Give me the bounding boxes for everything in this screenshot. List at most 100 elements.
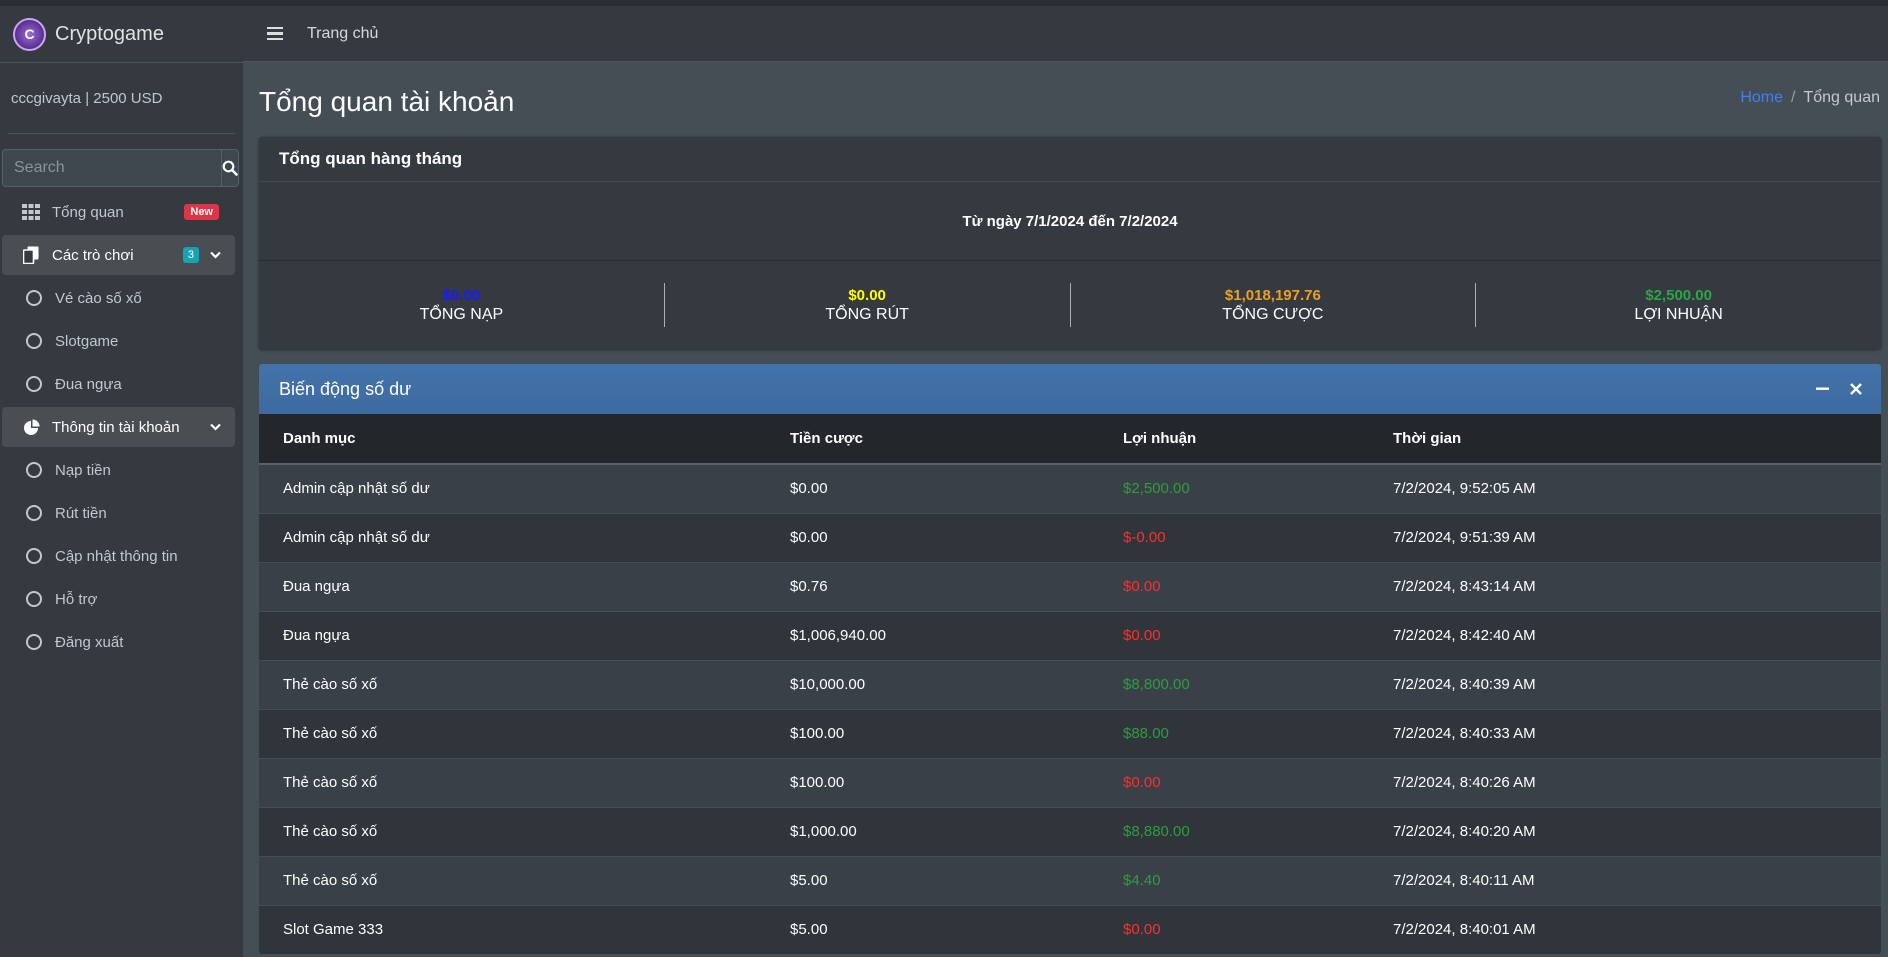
balance-history-header: Biến động số dư — [259, 364, 1881, 414]
cell-category: Thẻ cào số xố — [259, 855, 766, 905]
brand-name: Cryptogame — [55, 22, 164, 45]
table-row: Đua ngựa $1,006,940.00 $0.00 7/2/2024, 8:42… — [259, 610, 1881, 660]
sidebar-item-label: Vé cào số xố — [55, 289, 142, 307]
cell-category: Admin cập nhật số dư — [259, 512, 766, 562]
sidebar-item-label: Rút tiền — [55, 504, 107, 522]
column-header[interactable]: Danh mục — [259, 414, 766, 465]
sidebar-item-label: Slotgame — [55, 332, 119, 350]
brand-link[interactable]: C Cryptogame — [0, 6, 243, 63]
monthly-overview-card: Tổng quan hàng tháng Từ ngày 7/1/2024 đế… — [259, 137, 1881, 349]
period-range: Từ ngày 7/1/2024 đến 7/2/2024 — [259, 182, 1881, 261]
copy-icon — [20, 246, 42, 264]
sidebar-item-label: Các trò chơi — [52, 246, 134, 264]
sidebar-item-account-info[interactable]: Thông tin tài khoản — [2, 407, 235, 447]
stat-value: $1,018,197.76 — [1224, 286, 1321, 304]
sidebar-item-label: Đăng xuất — [55, 633, 124, 651]
column-header[interactable]: Lợi nhuận — [1099, 414, 1369, 465]
column-header[interactable]: Tiền cược — [766, 414, 1099, 465]
table-row: Thẻ cào số xố $100.00 $0.00 7/2/2024, 8:40:… — [259, 757, 1881, 807]
sidebar-item-horse-racing[interactable]: Đua ngựa — [2, 364, 235, 404]
stat-value: $0.00 — [442, 286, 481, 304]
balance-table: Danh mục Tiền cược Lợi nhuận Thời gian A… — [259, 414, 1881, 954]
breadcrumb-home-link[interactable]: Home — [1740, 89, 1783, 106]
cell-time: 7/2/2024, 9:51:39 AM — [1369, 512, 1881, 562]
sidebar-item-overview[interactable]: Tổng quan New — [2, 192, 235, 232]
cell-category: Thẻ cào số xố — [259, 708, 766, 758]
grid-icon — [20, 204, 42, 220]
circle-icon — [23, 333, 45, 349]
cell-time: 7/2/2024, 8:40:20 AM — [1369, 806, 1881, 856]
column-header[interactable]: Thời gian — [1369, 414, 1881, 465]
cell-profit: $88.00 — [1099, 708, 1369, 758]
cell-category: Thẻ cào số xố — [259, 806, 766, 856]
search-button[interactable] — [221, 149, 239, 187]
stat-profit: $2,500.00 LỢI NHUẬN — [1476, 283, 1881, 327]
close-icon[interactable] — [1849, 382, 1863, 396]
cell-category: Đua ngựa — [259, 610, 766, 660]
nav-home-link[interactable]: Trang chủ — [307, 25, 378, 43]
sidebar-item-deposit[interactable]: Nạp tiền — [2, 450, 235, 490]
search-input[interactable] — [2, 149, 221, 187]
sidebar-item-games[interactable]: Các trò chơi 3 — [2, 235, 235, 275]
cell-profit: $0.00 — [1099, 561, 1369, 611]
cell-time: 7/2/2024, 8:40:11 AM — [1369, 855, 1881, 905]
breadcrumb-separator: / — [1791, 88, 1796, 106]
breadcrumb-current: Tổng quan — [1803, 88, 1880, 106]
pie-chart-icon — [20, 419, 42, 436]
cell-time: 7/2/2024, 8:40:39 AM — [1369, 659, 1881, 709]
sidebar-item-slotgame[interactable]: Slotgame — [2, 321, 235, 361]
user-info[interactable]: cccgivayta | 2500 USD — [11, 90, 162, 107]
sidebar-item-support[interactable]: Hỗ trợ — [2, 579, 235, 619]
sidebar-search — [2, 149, 239, 187]
stat-label: LỢI NHUẬN — [1634, 305, 1723, 323]
content-header: Tổng quan tài khoản Home / Tổng quan — [259, 62, 1888, 137]
table-header-row: Danh mục Tiền cược Lợi nhuận Thời gian — [259, 414, 1881, 465]
cell-bet: $1,006,940.00 — [766, 610, 1099, 660]
cell-profit: $2,500.00 — [1099, 463, 1369, 513]
cell-category: Đua ngựa — [259, 561, 766, 611]
cell-category: Thẻ cào số xố — [259, 659, 766, 709]
sidebar-item-withdraw[interactable]: Rút tiền — [2, 493, 235, 533]
stat-total-withdraw: $0.00 TỔNG RÚT — [665, 283, 1071, 327]
table-row: Thẻ cào số xố $100.00 $88.00 7/2/2024, 8:40… — [259, 708, 1881, 758]
table-body: Admin cập nhật số dư $0.00 $2,500.00 7/2/20… — [259, 463, 1881, 954]
cell-profit: $8,880.00 — [1099, 806, 1369, 856]
sidebar-item-logout[interactable]: Đăng xuất — [2, 622, 235, 662]
stat-label: TỔNG NẠP — [419, 305, 504, 323]
circle-icon — [23, 548, 45, 564]
cell-profit: $4.40 — [1099, 855, 1369, 905]
monthly-overview-title: Tổng quan hàng tháng — [259, 137, 1881, 182]
cell-profit: $0.00 — [1099, 757, 1369, 807]
circle-icon — [23, 376, 45, 392]
hamburger-icon[interactable] — [267, 26, 283, 41]
cell-profit: $8,800.00 — [1099, 659, 1369, 709]
cell-time: 7/2/2024, 8:43:14 AM — [1369, 561, 1881, 611]
table-row: Admin cập nhật số dư $0.00 $-0.00 7/2/2024,… — [259, 512, 1881, 562]
stat-value: $2,500.00 — [1645, 286, 1712, 304]
sidebar-item-label: Hỗ trợ — [55, 590, 98, 608]
circle-icon — [23, 290, 45, 306]
cell-bet: $0.00 — [766, 463, 1099, 513]
count-badge: 3 — [182, 247, 199, 263]
minus-icon[interactable] — [1815, 382, 1829, 396]
sidebar-nav: Tổng quan New Các trò chơi 3 Vé cào số x… — [0, 192, 243, 662]
cell-bet: $10,000.00 — [766, 659, 1099, 709]
cell-bet: $0.76 — [766, 561, 1099, 611]
circle-icon — [23, 634, 45, 650]
sidebar: C Cryptogame cccgivayta | 2500 USD Tổng … — [0, 0, 243, 957]
sidebar-item-update-info[interactable]: Cập nhật thông tin — [2, 536, 235, 576]
chevron-down-icon — [210, 248, 221, 262]
page-title: Tổng quan tài khoản — [259, 85, 515, 117]
stats-row: $0.00 TỔNG NẠP $0.00 TỔNG RÚT $1,018,197… — [259, 261, 1881, 349]
sidebar-item-scratch-lottery[interactable]: Vé cào số xố — [2, 278, 235, 318]
sidebar-item-label: Đua ngựa — [55, 375, 122, 393]
sidebar-item-label: Thông tin tài khoản — [52, 418, 180, 436]
sidebar-item-label: Tổng quan — [52, 203, 124, 221]
table-row: Đua ngựa $0.76 $0.00 7/2/2024, 8:43:14 AM — [259, 561, 1881, 611]
balance-history-card: Biến động số dư Danh mục Tiền cược Lợi n… — [259, 364, 1881, 954]
user-panel: cccgivayta | 2500 USD — [8, 63, 235, 134]
cell-bet: $1,000.00 — [766, 806, 1099, 856]
cell-time: 7/2/2024, 8:40:01 AM — [1369, 904, 1881, 954]
stat-label: TỔNG CƯỢC — [1222, 305, 1324, 323]
sidebar-item-label: Nạp tiền — [55, 461, 111, 479]
